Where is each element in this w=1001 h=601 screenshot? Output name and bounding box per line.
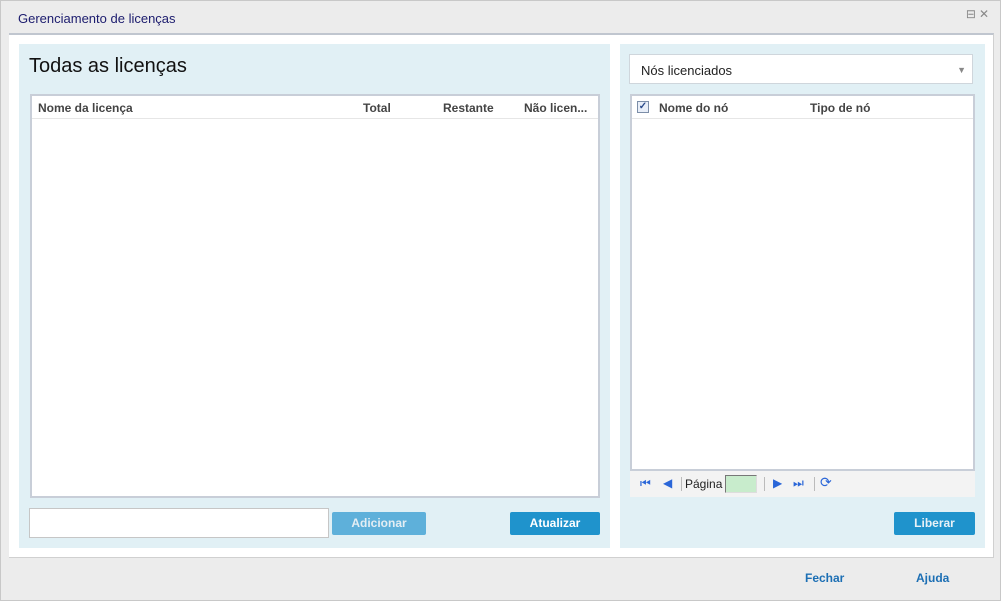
column-unlicensed[interactable]: Não licen...	[524, 101, 587, 115]
column-total[interactable]: Total	[363, 101, 391, 115]
next-page-icon[interactable]: ▶	[773, 476, 782, 490]
node-filter-dropdown[interactable]: Nós licenciados ▼	[629, 54, 973, 84]
release-button[interactable]: Liberar	[894, 512, 975, 535]
licenses-table: Nome da licença Total Restante Não licen…	[30, 94, 600, 498]
select-all-checkbox[interactable]: ✓	[637, 101, 649, 113]
table-header: Nome da licença Total Restante Não licen…	[32, 96, 598, 119]
restore-icon[interactable]: ⊟	[966, 7, 979, 21]
help-button[interactable]: Ajuda	[916, 571, 949, 585]
divider	[814, 477, 815, 491]
refresh-icon[interactable]: ⟳	[820, 474, 832, 491]
pager: ⏮ ◀ Página ▶ ⏭ ⟳	[630, 471, 975, 497]
nodes-table: ✓ Nome do nó Tipo de nó	[630, 94, 975, 471]
divider	[764, 477, 765, 491]
column-license-name[interactable]: Nome da licença	[38, 101, 133, 115]
close-button[interactable]: Fechar	[805, 571, 844, 585]
dropdown-value: Nós licenciados	[641, 63, 733, 78]
page-label: Página	[685, 477, 723, 491]
window-title: Gerenciamento de licenças	[18, 11, 176, 26]
license-input[interactable]	[29, 508, 329, 538]
close-icon[interactable]: ✕	[979, 7, 992, 21]
refresh-button[interactable]: Atualizar	[510, 512, 600, 535]
column-node-name[interactable]: Nome do nó	[659, 101, 728, 115]
divider	[681, 477, 682, 491]
last-page-icon[interactable]: ⏭	[793, 476, 804, 491]
column-node-type[interactable]: Tipo de nó	[810, 101, 870, 115]
first-page-icon[interactable]: ⏮	[640, 476, 651, 491]
page-title: Todas as licenças	[29, 55, 187, 77]
page-input[interactable]	[725, 475, 757, 493]
window-controls: ⊟✕	[966, 7, 992, 21]
table-header: ✓ Nome do nó Tipo de nó	[632, 96, 973, 119]
prev-page-icon[interactable]: ◀	[663, 476, 672, 490]
chevron-down-icon: ▼	[957, 65, 966, 75]
column-remaining[interactable]: Restante	[443, 101, 494, 115]
add-button[interactable]: Adicionar	[332, 512, 426, 535]
